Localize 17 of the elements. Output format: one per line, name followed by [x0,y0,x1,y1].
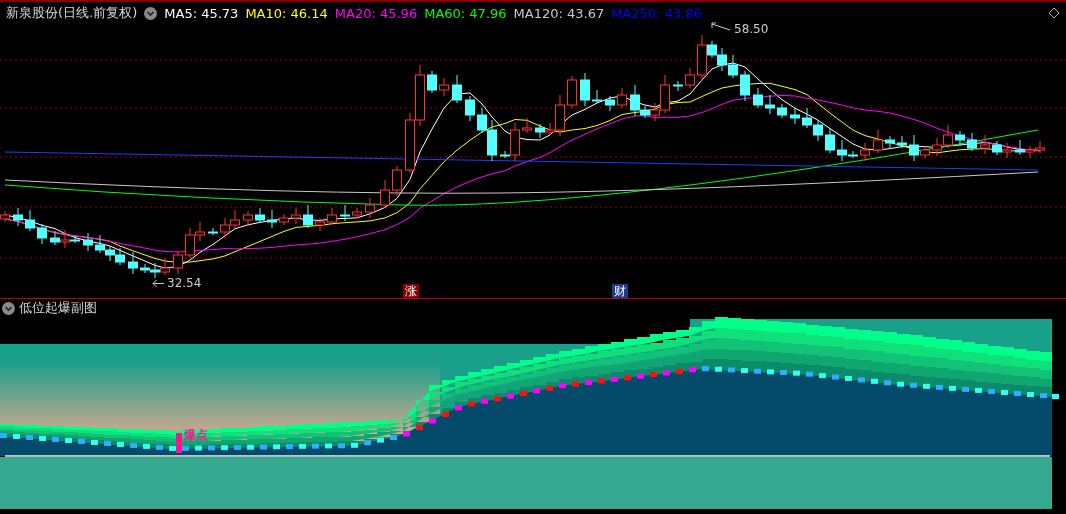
moving-average-value: MA250: 43.86 [611,5,702,21]
signal-label: 爆点 [184,427,208,444]
moving-average-value: MA60: 47.96 [424,5,507,21]
event-marker[interactable]: 涨 [403,284,419,298]
indicator-title: 低位起爆副图 [19,299,97,317]
low-price-label: 32.54 [167,276,202,290]
moving-average-value: MA20: 45.96 [334,5,418,21]
stock-title: 新泉股份(日线.前复权) [6,4,138,22]
high-price-label: 58.50 [734,22,769,36]
dropdown-icon[interactable] [2,301,15,315]
moving-average-value: MA10: 46.14 [245,5,328,21]
dropdown-icon[interactable] [144,6,158,20]
diamond-icon[interactable] [1048,7,1060,19]
moving-average-value: MA5: 45.73 [164,5,239,21]
left-arrow-icon [152,278,165,288]
event-marker[interactable]: 财 [612,284,628,298]
moving-average-value: MA120: 43.67 [513,5,605,21]
